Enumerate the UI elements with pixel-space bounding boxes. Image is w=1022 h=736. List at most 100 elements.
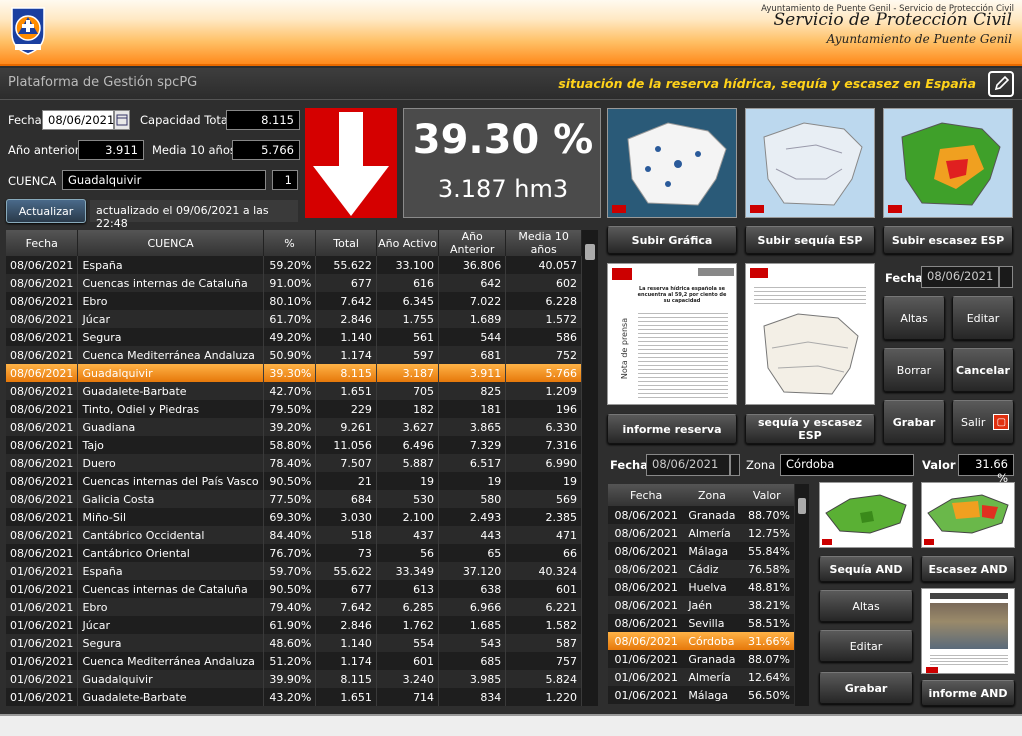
actualizar-button[interactable]: Actualizar xyxy=(6,199,86,223)
table-row[interactable]: 01/06/2021 Guadalete-Barbate 43.20% 1.651 71… xyxy=(6,688,582,706)
scarcity-map-thumbnail[interactable] xyxy=(883,108,1013,218)
subir-escasez-button[interactable]: Subir escasez ESP xyxy=(883,226,1013,254)
valor-label: Valor xyxy=(922,458,956,472)
table-row[interactable]: 01/06/2021 Ebro 79.40% 7.642 6.285 6.966 6.221 xyxy=(6,598,582,616)
salir-label: Salir xyxy=(961,415,986,429)
table-row[interactable]: 08/06/2021 Cuencas internas del País Vasc… xyxy=(6,472,582,490)
table-cell: 08/06/2021 xyxy=(6,364,79,382)
fecha-input[interactable]: 08/06/2021 xyxy=(42,110,114,130)
edit-icon[interactable] xyxy=(988,71,1014,97)
drought-map-thumbnail[interactable] xyxy=(745,108,875,218)
table-row[interactable]: 08/06/2021 Cuencas internas de Cataluña 91… xyxy=(6,274,582,292)
salir-button[interactable]: Salir ▢ xyxy=(952,400,1014,444)
zp-altas-button[interactable]: Altas xyxy=(819,590,913,622)
zone-row[interactable]: 08/06/2021 Málaga 55.84% xyxy=(608,542,794,560)
table-row[interactable]: 08/06/2021 Guadalete-Barbate 42.70% 1.651 70… xyxy=(6,382,582,400)
table-row[interactable]: 08/06/2021 Segura 49.20% 1.140 561 544 586 xyxy=(6,328,582,346)
press-release-thumbnail[interactable]: La reserva hídrica española se encuentra… xyxy=(607,263,737,405)
table-row[interactable]: 08/06/2021 Cuenca Mediterránea Andaluza 50… xyxy=(6,346,582,364)
column-header[interactable]: CUENCA xyxy=(77,230,264,256)
informe-reserva-button[interactable]: informe reserva xyxy=(607,414,737,444)
rp-fecha-input[interactable]: 08/06/2021 xyxy=(921,266,999,288)
borrar-button[interactable]: Borrar xyxy=(883,348,945,392)
table-row[interactable]: 01/06/2021 España 59.70% 55.622 33.349 37.120… xyxy=(6,562,582,580)
table-row[interactable]: 01/06/2021 Cuenca Mediterránea Andaluza 51… xyxy=(6,652,582,670)
zone-row[interactable]: 08/06/2021 Almería 12.75% xyxy=(608,524,794,542)
valor-field[interactable]: 31.66 % xyxy=(958,454,1014,485)
table-row[interactable]: 08/06/2021 Cantábrico Oriental 76.70% 73 56 6… xyxy=(6,544,582,562)
drought-report-thumbnail[interactable] xyxy=(745,263,875,405)
altas-button[interactable]: Altas xyxy=(883,296,945,340)
anio-anterior-label: Año anterior xyxy=(8,143,80,157)
andalucia-drought-thumbnail[interactable] xyxy=(819,482,913,548)
informe-and-button[interactable]: informe AND xyxy=(921,680,1015,706)
table-cell: Almería xyxy=(684,524,740,542)
anio-anterior-field[interactable]: 3.911 xyxy=(78,140,144,160)
table-row[interactable]: 08/06/2021 Ebro 80.10% 7.642 6.345 7.022 6.228 xyxy=(6,292,582,310)
media-field[interactable]: 5.766 xyxy=(232,140,300,160)
zone-row[interactable]: 08/06/2021 Sevilla 58.51% xyxy=(608,614,794,632)
andalucia-report-thumbnail[interactable] xyxy=(921,588,1015,674)
table-row[interactable]: 08/06/2021 Tinto, Odiel y Piedras 79.50% 22… xyxy=(6,400,582,418)
column-header[interactable]: % xyxy=(263,230,317,256)
andalucia-scarcity-thumbnail[interactable] xyxy=(921,482,1015,548)
table-cell: España xyxy=(77,562,264,580)
zone-row[interactable]: 08/06/2021 Granada 88.70% xyxy=(608,506,794,524)
table-row[interactable]: 08/06/2021 Cantábrico Occidental 84.40% 518… xyxy=(6,526,582,544)
zp-fecha-input[interactable]: 08/06/2021 xyxy=(646,454,730,476)
sequia-escasez-button[interactable]: sequía y escasez ESP xyxy=(745,414,875,444)
subir-grafica-button[interactable]: Subir Gráfica xyxy=(607,226,737,254)
zone-row[interactable]: 08/06/2021 Córdoba 31.66% xyxy=(608,632,794,650)
calendar-icon[interactable] xyxy=(730,454,740,476)
table-row[interactable]: 01/06/2021 Segura 48.60% 1.140 554 543 587 xyxy=(6,634,582,652)
table-row[interactable]: 08/06/2021 Júcar 61.70% 2.846 1.755 1.689 1.57… xyxy=(6,310,582,328)
reserve-map-thumbnail[interactable] xyxy=(607,108,737,218)
zone-row[interactable]: 01/06/2021 Málaga 56.50% xyxy=(608,686,794,704)
zp-grabar-button[interactable]: Grabar xyxy=(819,672,913,704)
table-cell: 66 xyxy=(505,544,582,562)
calendar-icon[interactable] xyxy=(999,266,1013,288)
zone-row[interactable]: 01/06/2021 Almería 12.64% xyxy=(608,668,794,686)
editar-button[interactable]: Editar xyxy=(952,296,1014,340)
table-row[interactable]: 08/06/2021 España 59.20% 55.622 33.100 36.806… xyxy=(6,256,582,274)
table-row[interactable]: 08/06/2021 Galicia Costa 77.50% 684 530 580 56… xyxy=(6,490,582,508)
capacidad-field[interactable]: 8.115 xyxy=(226,110,300,130)
column-header[interactable]: Valor xyxy=(739,484,794,506)
table-row[interactable]: 01/06/2021 Guadalquivir 39.90% 8.115 3.240 3.… xyxy=(6,670,582,688)
column-header[interactable]: Año Anterior xyxy=(438,230,507,256)
table-row[interactable]: 01/06/2021 Cuencas internas de Cataluña 90… xyxy=(6,580,582,598)
table-row[interactable]: 08/06/2021 Miño-Sil 69.30% 3.030 2.100 2.493 2… xyxy=(6,508,582,526)
arrow-down-icon xyxy=(313,112,389,216)
table-row[interactable]: 08/06/2021 Guadalquivir 39.30% 8.115 3.187 3.… xyxy=(6,364,582,382)
calendar-icon[interactable] xyxy=(114,110,130,130)
column-header[interactable]: Año Activo xyxy=(376,230,440,256)
zona-input[interactable]: Córdoba xyxy=(780,454,914,476)
column-header[interactable]: Fecha xyxy=(608,484,685,506)
table-cell: 181 xyxy=(438,400,507,418)
zone-scrollbar[interactable] xyxy=(795,484,809,706)
table-cell: 6.517 xyxy=(438,454,507,472)
column-header[interactable]: Media 10 años xyxy=(505,230,582,256)
sequia-and-button[interactable]: Sequía AND xyxy=(819,556,913,582)
cuenca-input[interactable]: Guadalquivir xyxy=(62,170,266,190)
grabar-button[interactable]: Grabar xyxy=(883,400,945,444)
table-row[interactable]: 01/06/2021 Júcar 61.90% 2.846 1.762 1.685 1.58… xyxy=(6,616,582,634)
cancelar-button[interactable]: Cancelar xyxy=(952,348,1014,392)
zone-row[interactable]: 01/06/2021 Granada 88.07% xyxy=(608,650,794,668)
table-row[interactable]: 08/06/2021 Duero 78.40% 7.507 5.887 6.517 6.99… xyxy=(6,454,582,472)
cuenca-num-field[interactable]: 1 xyxy=(272,170,298,190)
zp-editar-button[interactable]: Editar xyxy=(819,630,913,662)
table-row[interactable]: 08/06/2021 Guadiana 39.20% 9.261 3.627 3.865 6… xyxy=(6,418,582,436)
column-header[interactable]: Zona xyxy=(684,484,740,506)
table-cell: 88.07% xyxy=(739,650,794,668)
subir-sequia-button[interactable]: Subir sequía ESP xyxy=(745,226,875,254)
table-scrollbar[interactable] xyxy=(582,230,598,706)
column-header[interactable]: Total xyxy=(315,230,377,256)
table-cell: 530 xyxy=(376,490,440,508)
zone-row[interactable]: 08/06/2021 Jaén 38.21% xyxy=(608,596,794,614)
zone-row[interactable]: 08/06/2021 Cádiz 76.58% xyxy=(608,560,794,578)
table-row[interactable]: 08/06/2021 Tajo 58.80% 11.056 6.496 7.329 7.31… xyxy=(6,436,582,454)
column-header[interactable]: Fecha xyxy=(6,230,79,256)
zone-row[interactable]: 08/06/2021 Huelva 48.81% xyxy=(608,578,794,596)
escasez-and-button[interactable]: Escasez AND xyxy=(921,556,1015,582)
